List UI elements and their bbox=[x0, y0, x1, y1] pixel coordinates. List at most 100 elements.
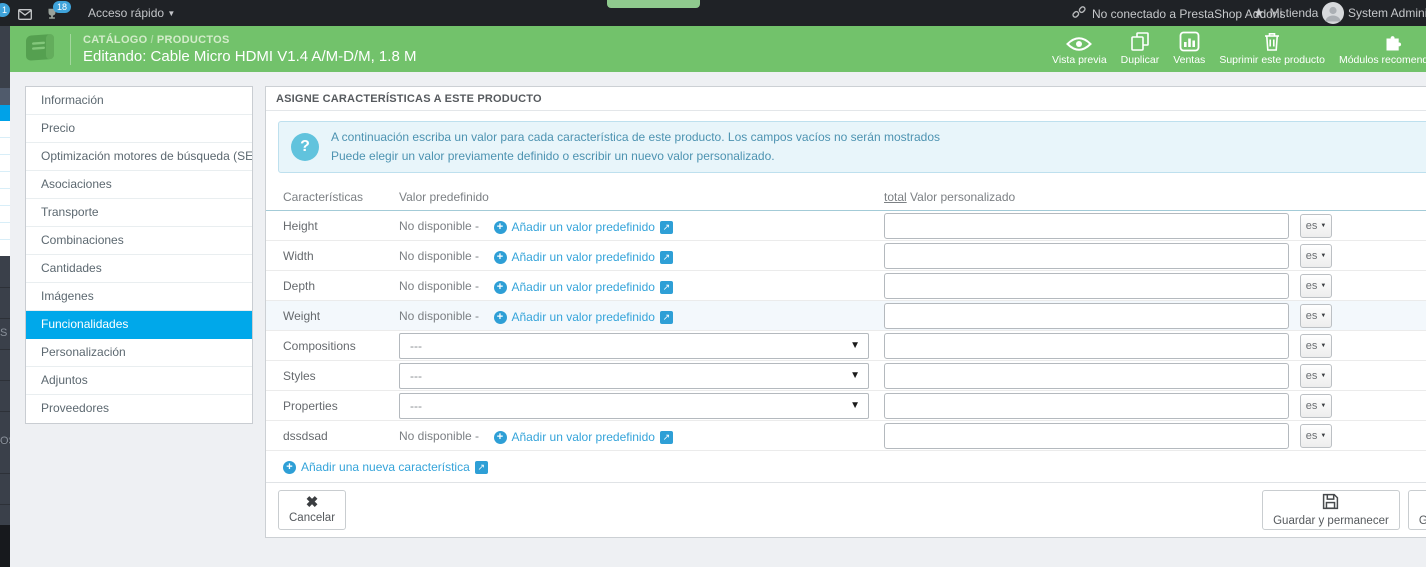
custom-value-input[interactable] bbox=[884, 332, 1289, 359]
predefined-value-select[interactable]: --- ▼ bbox=[399, 392, 869, 419]
feature-name: Properties bbox=[283, 398, 338, 413]
avatar[interactable] bbox=[1322, 2, 1344, 29]
preview-button[interactable]: Vista previa bbox=[1052, 30, 1107, 66]
language-selector-button[interactable]: es ▼ bbox=[1300, 273, 1332, 298]
select-caret-icon: ▼ bbox=[850, 369, 860, 381]
sales-button[interactable]: Ventas bbox=[1173, 30, 1205, 66]
my-shop-label: Mi tienda bbox=[1269, 6, 1319, 20]
broken-link-icon bbox=[1072, 5, 1086, 22]
info-line-1: A continuación escriba un valor para cad… bbox=[331, 130, 940, 145]
custom-value-input[interactable] bbox=[884, 392, 1289, 419]
chevron-down-icon: ▼ bbox=[167, 9, 176, 18]
tab-combinaciones[interactable]: Combinaciones bbox=[26, 227, 252, 255]
save-button[interactable]: Guardar bbox=[1407, 490, 1426, 530]
tab-informacion[interactable]: Información bbox=[26, 87, 252, 115]
panel-title: ASIGNE CARACTERÍSTICAS A ESTE PRODUCTO bbox=[266, 87, 1426, 111]
add-predefined-value-link[interactable]: + Añadir un valor predefinido ↗ bbox=[493, 430, 673, 444]
duplicate-button[interactable]: Duplicar bbox=[1121, 30, 1159, 66]
custom-value-input[interactable] bbox=[884, 362, 1289, 389]
feature-name: dssdsad bbox=[283, 428, 328, 443]
add-feature-row: + Añadir una nueva característica ↗ bbox=[266, 451, 1426, 483]
add-new-feature-link[interactable]: + Añadir una nueva característica ↗ bbox=[283, 460, 488, 474]
language-selector-button[interactable]: es ▼ bbox=[1300, 363, 1332, 388]
tab-adjuntos[interactable]: Adjuntos bbox=[26, 367, 252, 395]
link-label: Añadir un valor predefinido bbox=[511, 430, 655, 444]
tab-personalizacion[interactable]: Personalización bbox=[26, 339, 252, 367]
preview-label: Vista previa bbox=[1052, 54, 1107, 66]
col-header-predefined: Valor predefinido bbox=[399, 190, 489, 204]
messages-icon[interactable] bbox=[18, 7, 32, 25]
topbar: 1 18 Acceso rápido ▼ No conectado a Pres… bbox=[0, 0, 1426, 26]
custom-value-input[interactable] bbox=[884, 242, 1289, 269]
tab-cantidades[interactable]: Cantidades bbox=[26, 255, 252, 283]
tab-transporte[interactable]: Transporte bbox=[26, 199, 252, 227]
language-selector-button[interactable]: es ▼ bbox=[1300, 423, 1332, 448]
caret-down-icon: ▼ bbox=[1320, 402, 1327, 409]
menu-collapse-area[interactable] bbox=[0, 525, 10, 567]
tab-asociaciones[interactable]: Asociaciones bbox=[26, 171, 252, 199]
page-header: CATÁLOGO / PRODUCTOS Editando: Cable Micro… bbox=[10, 26, 1426, 72]
plus-circle-icon: + bbox=[493, 220, 507, 234]
language-code: es bbox=[1305, 399, 1318, 412]
external-link-icon: ↗ bbox=[659, 310, 673, 324]
add-predefined-value-link[interactable]: + Añadir un valor predefinido ↗ bbox=[493, 250, 673, 264]
tab-imagenes[interactable]: Imágenes bbox=[26, 283, 252, 311]
save-and-stay-button[interactable]: Guardar y permanecer bbox=[1262, 490, 1400, 530]
main-menu-strip[interactable]: S OS bbox=[0, 26, 10, 567]
save-label: Guardar bbox=[1418, 515, 1426, 527]
tab-seo[interactable]: Optimización motores de búsqueda (SEO) bbox=[26, 143, 252, 171]
caret-down-icon: ▼ bbox=[1320, 342, 1327, 349]
language-code: es bbox=[1305, 339, 1318, 352]
caret-down-icon: ▼ bbox=[1320, 312, 1327, 319]
add-predefined-value-link[interactable]: + Añadir un valor predefinido ↗ bbox=[493, 280, 673, 294]
user-menu[interactable]: System Administrat bbox=[1348, 6, 1426, 20]
table-row: Styles --- ▼ es ▼ bbox=[266, 361, 1426, 391]
cancel-button[interactable]: ✖ Cancelar bbox=[278, 490, 347, 530]
custom-value-input[interactable] bbox=[884, 422, 1289, 449]
custom-value-input[interactable] bbox=[884, 302, 1289, 329]
table-header: Características Valor predefinido total … bbox=[266, 185, 1426, 211]
external-link-icon: ↗ bbox=[659, 250, 673, 264]
recommended-modules-button[interactable]: Módulos recomendados bbox=[1339, 30, 1426, 66]
custom-value-input[interactable] bbox=[884, 272, 1289, 299]
external-link-icon: ↗ bbox=[659, 430, 673, 444]
feature-name: Depth bbox=[283, 278, 316, 293]
menu-label-fragment[interactable]: S bbox=[0, 327, 7, 339]
breadcrumb-page[interactable]: PRODUCTOS bbox=[157, 34, 230, 46]
add-predefined-value-link[interactable]: + Añadir un valor predefinido ↗ bbox=[493, 310, 673, 324]
total-hint: total bbox=[884, 190, 907, 204]
quick-access-menu[interactable]: Acceso rápido ▼ bbox=[88, 6, 175, 20]
notification-badge[interactable]: 1 bbox=[0, 3, 10, 17]
recommended-modules-label: Módulos recomendados bbox=[1338, 54, 1426, 66]
language-selector-button[interactable]: es ▼ bbox=[1300, 243, 1332, 268]
predefined-value-select[interactable]: --- ▼ bbox=[399, 332, 869, 359]
feature-name: Styles bbox=[283, 368, 316, 383]
delete-product-button[interactable]: Suprimir este producto bbox=[1219, 30, 1325, 66]
link-label: Añadir una nueva característica bbox=[301, 460, 470, 474]
not-available-text: No disponible - bbox=[399, 278, 480, 293]
table-row: Compositions --- ▼ es ▼ bbox=[266, 331, 1426, 361]
link-label: Añadir un valor predefinido bbox=[511, 310, 655, 324]
add-predefined-value-link[interactable]: + Añadir un valor predefinido ↗ bbox=[493, 220, 673, 234]
cancel-label: Cancelar bbox=[289, 512, 336, 524]
custom-value-input[interactable] bbox=[884, 212, 1289, 239]
notification-pill bbox=[607, 0, 700, 8]
breadcrumb-section[interactable]: CATÁLOGO bbox=[83, 34, 148, 46]
language-selector-button[interactable]: es ▼ bbox=[1300, 333, 1332, 358]
language-selector-button[interactable]: es ▼ bbox=[1300, 393, 1332, 418]
menu-label-fragment[interactable]: OS bbox=[0, 435, 10, 447]
plus-circle-icon: + bbox=[493, 310, 507, 324]
close-icon: ✖ bbox=[305, 494, 319, 511]
my-shop-link[interactable]: ★ Mi tienda bbox=[1253, 6, 1318, 20]
tab-funcionalidades[interactable]: Funcionalidades bbox=[26, 311, 252, 339]
predefined-value-select[interactable]: --- ▼ bbox=[399, 362, 869, 389]
language-selector-button[interactable]: es ▼ bbox=[1300, 213, 1332, 238]
menu-item-active-catalog[interactable] bbox=[0, 105, 10, 121]
tab-precio[interactable]: Precio bbox=[26, 115, 252, 143]
menu-item-partial[interactable] bbox=[0, 88, 10, 105]
trophy-badge: 18 bbox=[53, 1, 72, 13]
not-available-text: No disponible - bbox=[399, 218, 480, 233]
language-selector-button[interactable]: es ▼ bbox=[1300, 303, 1332, 328]
tab-proveedores[interactable]: Proveedores bbox=[26, 395, 252, 423]
table-row: Weight No disponible - + Añadir un valor … bbox=[266, 301, 1426, 331]
